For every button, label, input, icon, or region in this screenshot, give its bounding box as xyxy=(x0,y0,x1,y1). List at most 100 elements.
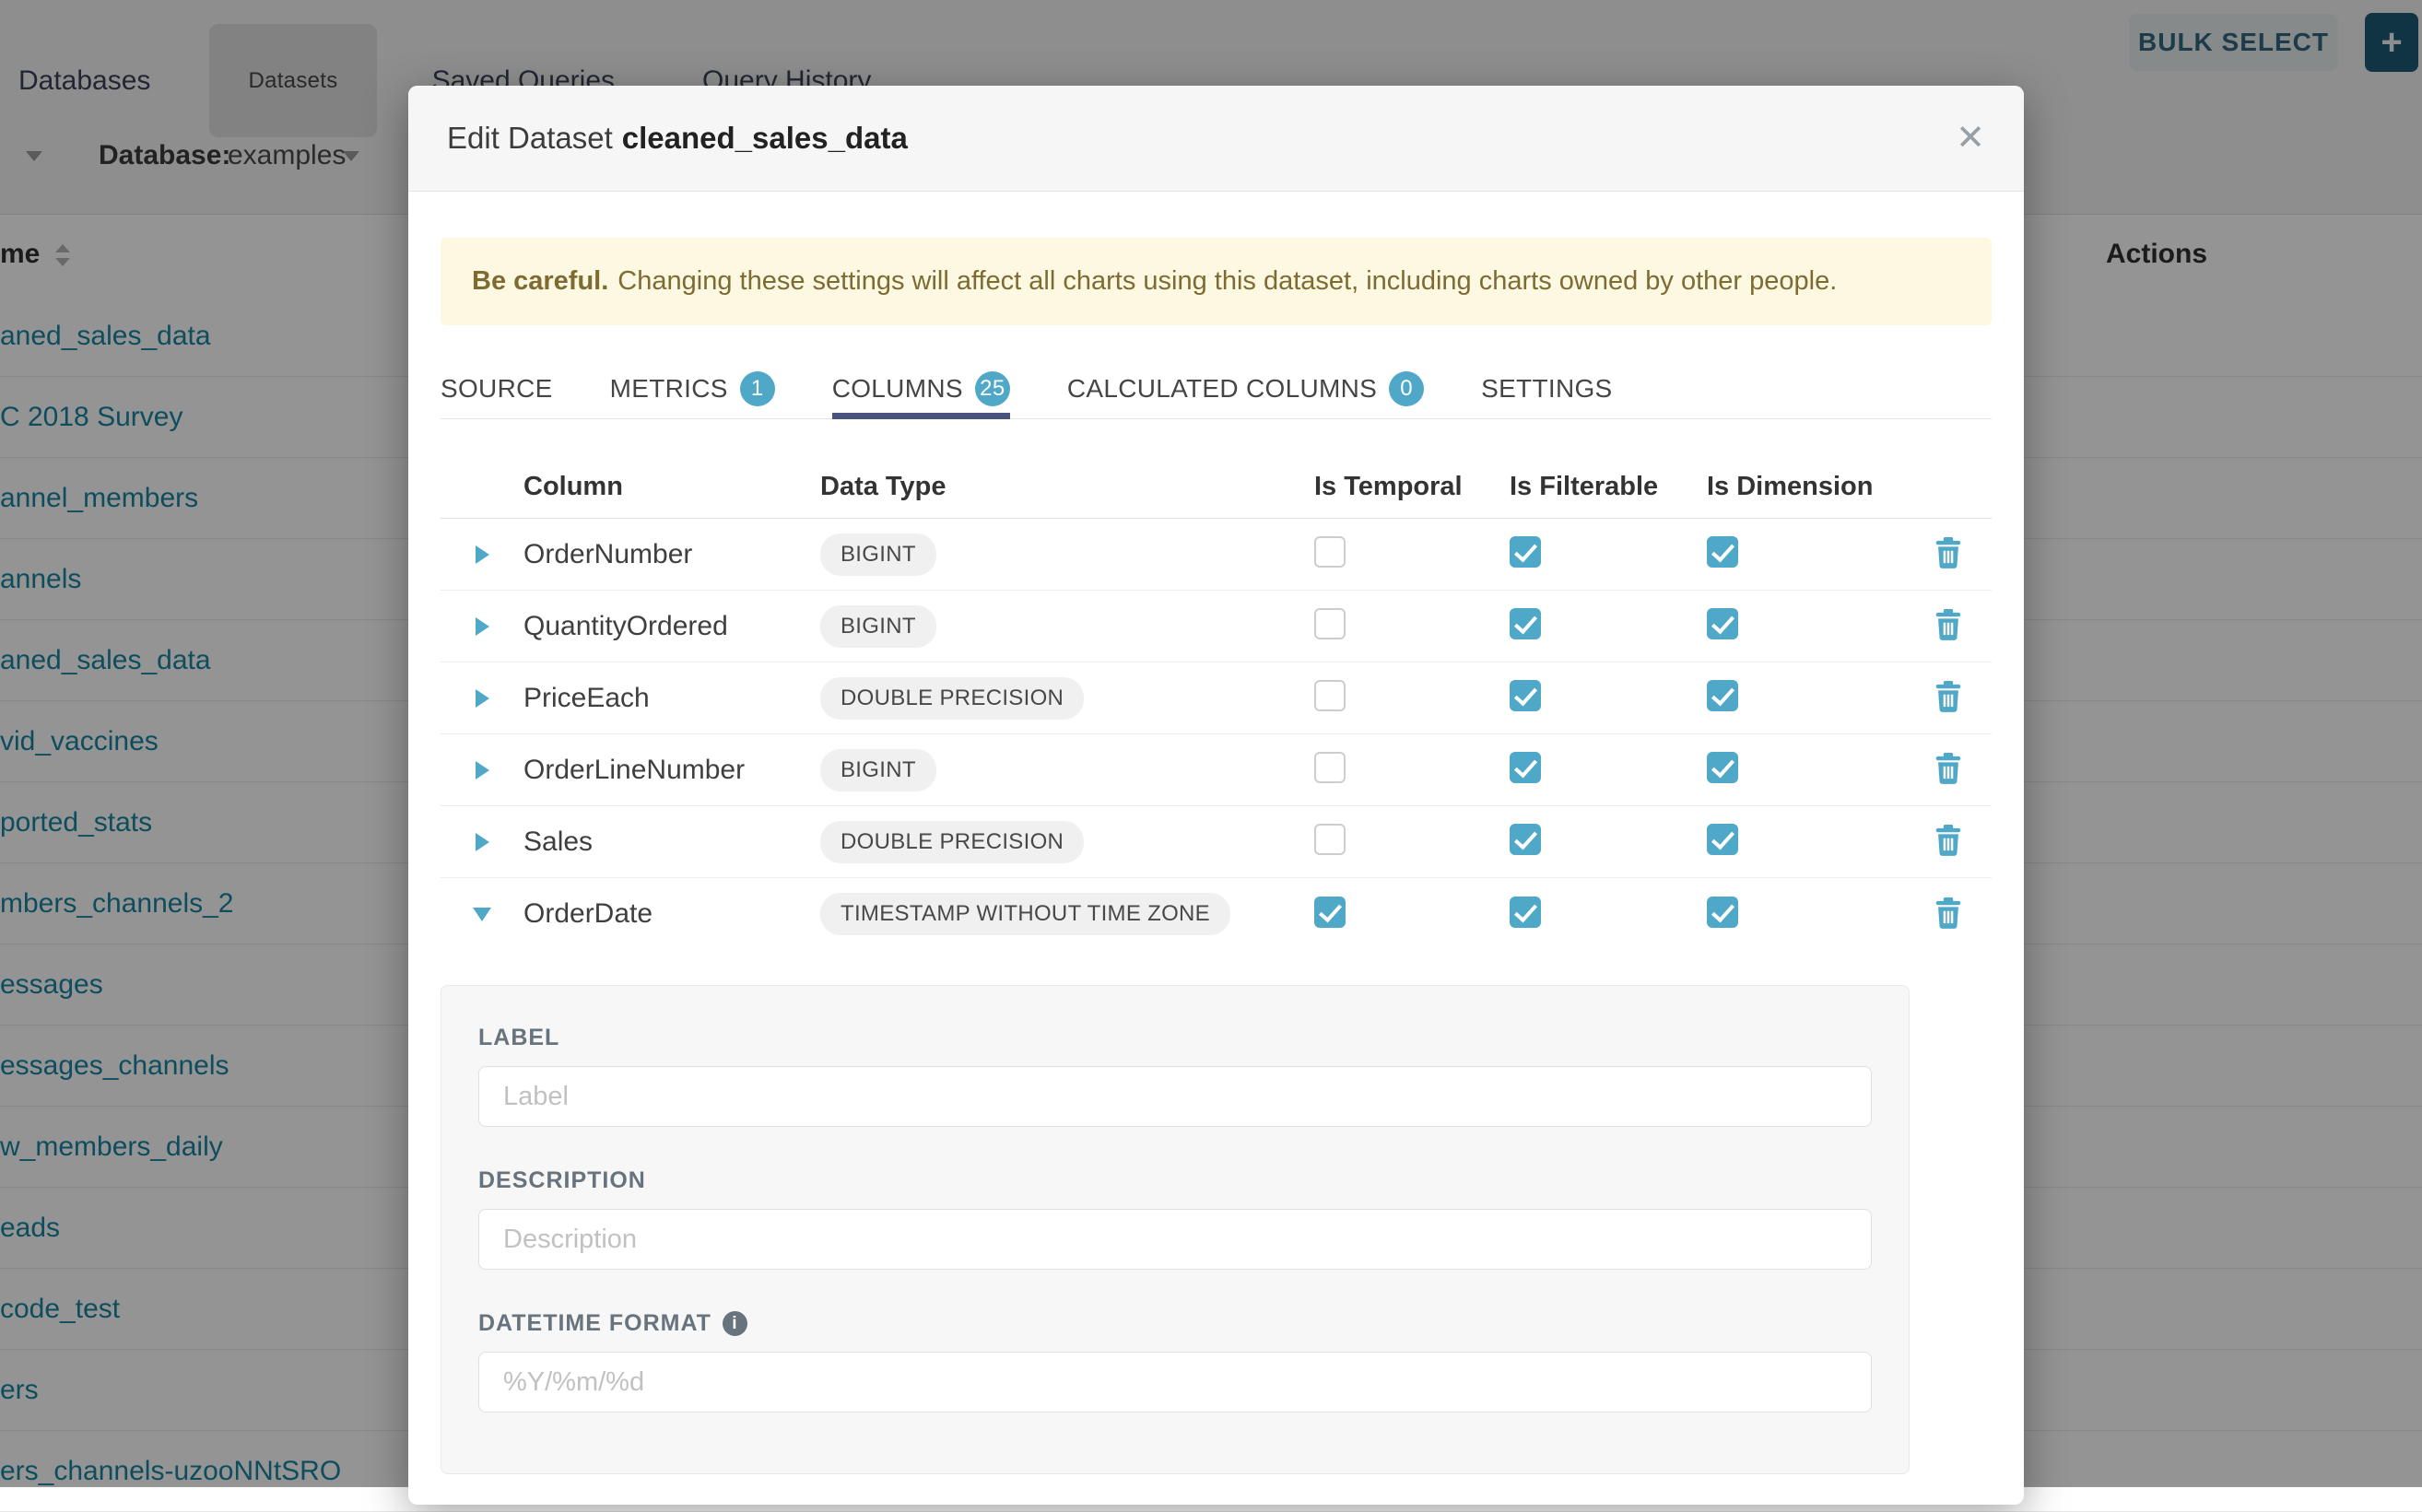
tab-label: METRICS xyxy=(610,374,728,404)
warning-banner: Be careful. Changing these settings will… xyxy=(441,238,1992,325)
field-label-text: DATETIME FORMAT xyxy=(478,1310,711,1337)
column-name: OrderDate xyxy=(523,898,820,930)
tab-calculated-columns[interactable]: CALCULATED COLUMNS 0 xyxy=(1067,359,1424,418)
is-dimension-checkbox[interactable] xyxy=(1707,536,1738,568)
header-is-temporal: Is Temporal xyxy=(1314,472,1510,502)
metrics-count-badge: 1 xyxy=(740,371,775,406)
is-filterable-checkbox[interactable] xyxy=(1510,897,1541,928)
is-temporal-checkbox[interactable] xyxy=(1314,824,1346,855)
column-name: Sales xyxy=(523,826,820,858)
is-filterable-checkbox[interactable] xyxy=(1510,752,1541,783)
modal-title: Edit Dataset cleaned_sales_data xyxy=(447,121,908,156)
is-dimension-checkbox[interactable] xyxy=(1707,680,1738,711)
delete-column-button[interactable] xyxy=(1934,537,1962,571)
warning-bold: Be careful. xyxy=(472,266,608,297)
expand-toggle[interactable] xyxy=(441,689,523,708)
info-icon[interactable]: i xyxy=(723,1311,747,1336)
tab-columns[interactable]: COLUMNS25 xyxy=(832,359,1010,418)
label-input[interactable] xyxy=(478,1066,1872,1127)
warning-text: Changing these settings will affect all … xyxy=(617,266,1837,297)
is-dimension-checkbox[interactable] xyxy=(1707,897,1738,928)
is-temporal-checkbox[interactable] xyxy=(1314,536,1346,568)
trash-icon xyxy=(1934,753,1962,784)
column-name: PriceEach xyxy=(523,683,820,714)
delete-column-button[interactable] xyxy=(1934,681,1962,715)
is-dimension-checkbox[interactable] xyxy=(1707,824,1738,855)
field-label-text: LABEL xyxy=(478,1025,559,1051)
caret-right-icon xyxy=(476,761,489,779)
tab-source[interactable]: SOURCE xyxy=(441,359,553,418)
column-row: OrderNumber BIGINT xyxy=(441,519,1992,591)
modal-header: Edit Dataset cleaned_sales_data ✕ xyxy=(408,86,2024,192)
column-row: Sales DOUBLE PRECISION xyxy=(441,806,1992,878)
modal-dataset-name: cleaned_sales_data xyxy=(622,121,908,155)
trash-icon xyxy=(1934,825,1962,856)
is-dimension-checkbox[interactable] xyxy=(1707,608,1738,639)
data-type-pill: BIGINT xyxy=(820,749,936,791)
is-temporal-checkbox[interactable] xyxy=(1314,680,1346,711)
tab-metrics[interactable]: METRICS 1 xyxy=(610,359,775,418)
trash-icon xyxy=(1934,609,1962,640)
delete-column-button[interactable] xyxy=(1934,753,1962,787)
delete-column-button[interactable] xyxy=(1934,897,1962,932)
close-icon: ✕ xyxy=(1956,119,1985,158)
tab-label: SETTINGS xyxy=(1481,374,1612,404)
column-row-expanded: OrderDate TIMESTAMP WITHOUT TIME ZONE xyxy=(441,878,1992,950)
delete-column-button[interactable] xyxy=(1934,609,1962,643)
header-is-dimension: Is Dimension xyxy=(1707,472,1904,502)
data-type-pill: DOUBLE PRECISION xyxy=(820,821,1084,863)
caret-right-icon xyxy=(476,617,489,636)
is-temporal-checkbox[interactable] xyxy=(1314,752,1346,783)
datetime-format-field-label: DATETIME FORMAT i xyxy=(478,1310,1872,1337)
column-editor-panel: LABEL DESCRIPTION DATETIME FORMAT i xyxy=(441,985,1910,1474)
datetime-format-field-group: DATETIME FORMAT i xyxy=(478,1310,1872,1412)
expand-toggle[interactable] xyxy=(441,833,523,851)
data-type-pill: TIMESTAMP WITHOUT TIME ZONE xyxy=(820,893,1230,935)
is-dimension-checkbox[interactable] xyxy=(1707,752,1738,783)
expand-toggle[interactable] xyxy=(441,761,523,779)
column-row: OrderLineNumber BIGINT xyxy=(441,734,1992,806)
is-filterable-checkbox[interactable] xyxy=(1510,680,1541,711)
is-filterable-checkbox[interactable] xyxy=(1510,536,1541,568)
is-temporal-checkbox[interactable] xyxy=(1314,608,1346,639)
header-column: Column xyxy=(523,472,820,502)
is-filterable-checkbox[interactable] xyxy=(1510,824,1541,855)
modal-tabs: SOURCE METRICS 1 COLUMNS25 CALCULATED COL… xyxy=(441,360,1992,419)
tab-label: COLUMNS xyxy=(832,374,963,404)
column-name: OrderNumber xyxy=(523,539,820,570)
column-row: QuantityOrdered BIGINT xyxy=(441,591,1992,662)
trash-icon xyxy=(1934,681,1962,712)
column-row: PriceEach DOUBLE PRECISION xyxy=(441,662,1992,734)
trash-icon xyxy=(1934,537,1962,568)
expand-toggle[interactable] xyxy=(441,617,523,636)
modal-body: Be careful. Changing these settings will… xyxy=(408,192,2024,1474)
trash-icon xyxy=(1934,897,1962,929)
tab-settings[interactable]: SETTINGS xyxy=(1481,359,1612,418)
description-input[interactable] xyxy=(478,1209,1872,1270)
caret-right-icon xyxy=(476,833,489,851)
datasets-page: { "nav": { "items": ["Databases", "Datas… xyxy=(0,0,2422,1487)
columns-table: Column Data Type Is Temporal Is Filterab… xyxy=(441,456,1992,950)
data-type-pill: BIGINT xyxy=(820,533,936,576)
columns-table-header: Column Data Type Is Temporal Is Filterab… xyxy=(441,456,1992,519)
delete-column-button[interactable] xyxy=(1934,825,1962,859)
data-type-pill: BIGINT xyxy=(820,605,936,648)
modal-title-prefix: Edit Dataset xyxy=(447,121,613,155)
description-field-label: DESCRIPTION xyxy=(478,1167,1872,1194)
datetime-format-input[interactable] xyxy=(478,1352,1872,1412)
column-name: OrderLineNumber xyxy=(523,755,820,786)
label-field-label: LABEL xyxy=(478,1025,1872,1051)
label-field-group: LABEL xyxy=(478,1025,1872,1127)
caret-right-icon xyxy=(476,545,489,564)
caret-right-icon xyxy=(476,689,489,708)
collapse-toggle[interactable] xyxy=(441,908,523,921)
calculated-columns-count-badge: 0 xyxy=(1389,371,1424,406)
expand-toggle[interactable] xyxy=(441,545,523,564)
header-is-filterable: Is Filterable xyxy=(1510,472,1707,502)
close-button[interactable]: ✕ xyxy=(1956,121,1985,156)
caret-down-icon xyxy=(473,908,491,921)
is-temporal-checkbox[interactable] xyxy=(1314,897,1346,928)
is-filterable-checkbox[interactable] xyxy=(1510,608,1541,639)
description-field-group: DESCRIPTION xyxy=(478,1167,1872,1270)
tab-label: CALCULATED COLUMNS xyxy=(1067,374,1377,404)
